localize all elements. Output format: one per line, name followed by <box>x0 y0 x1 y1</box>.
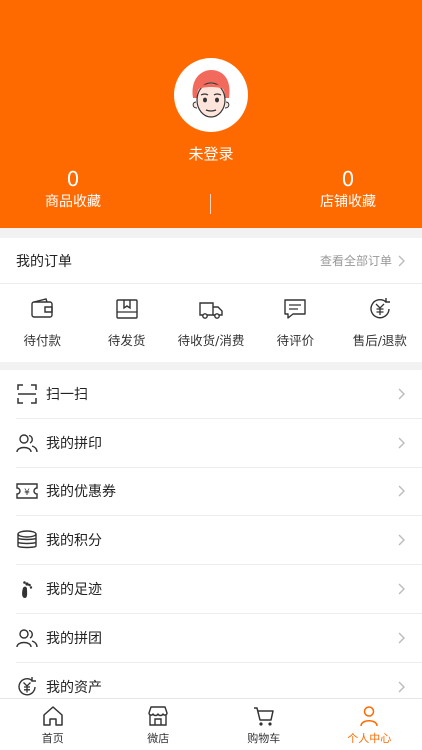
coins-icon <box>16 529 38 551</box>
goods-favorites[interactable]: 0 商品收藏 <box>3 166 143 212</box>
menu-item-points[interactable]: 我的积分 <box>16 516 422 566</box>
avatar-face-icon <box>181 65 241 125</box>
menu-item-label: 扫一扫 <box>46 386 88 403</box>
chevron-right-icon <box>398 255 405 266</box>
tab-label: 购物车 <box>247 732 281 745</box>
shop-favorites-label: 店铺收藏 <box>320 194 376 210</box>
menu-item-label: 我的拼印 <box>46 435 102 452</box>
order-item-label: 售后/退款 <box>352 333 407 348</box>
orders-section: 我的订单 查看全部订单 待付款 待发货 待收货/消费 待评价 售后/退款 <box>0 238 422 362</box>
order-status-row: 待付款 待发货 待收货/消费 待评价 售后/退款 <box>0 284 422 362</box>
coupon-icon: ¥ <box>16 480 38 502</box>
view-all-orders-link[interactable]: 查看全部订单 <box>320 252 406 269</box>
orders-header: 我的订单 查看全部订单 <box>0 238 422 284</box>
profile-header: 未登录 0 商品收藏 0 店铺收藏 <box>0 0 422 228</box>
menu-item-label: 我的足迹 <box>46 582 102 599</box>
order-pending-receipt[interactable]: 待收货/消费 <box>169 284 253 362</box>
tab-label: 微店 <box>147 732 170 745</box>
menu-item-my-print[interactable]: 我的拼印 <box>16 419 422 468</box>
goods-favorites-count: 0 <box>66 167 80 191</box>
avatar[interactable] <box>174 58 248 132</box>
order-item-label: 待付款 <box>23 333 61 348</box>
order-after-sales[interactable]: 售后/退款 <box>338 284 422 362</box>
menu-item-coupons[interactable]: ¥ 我的优惠券 <box>16 468 422 517</box>
cart-icon <box>253 707 274 726</box>
chevron-right-icon <box>398 485 405 497</box>
tab-profile[interactable]: 个人中心 <box>317 699 422 750</box>
comment-icon <box>284 299 307 319</box>
order-item-label: 待收货/消费 <box>177 333 245 348</box>
menu-list: 扫一扫 我的拼印 ¥ 我的优惠券 我的积分 我的足迹 我的拼团 我的资产 <box>0 370 422 698</box>
shop-favorites[interactable]: 0 店铺收藏 <box>278 166 418 212</box>
chevron-right-icon <box>398 583 405 595</box>
menu-item-assets[interactable]: 我的资产 <box>16 663 422 698</box>
menu-item-label: 我的拼团 <box>46 630 102 647</box>
chevron-right-icon <box>398 632 405 644</box>
tab-home[interactable]: 首页 <box>0 699 106 750</box>
svg-text:¥: ¥ <box>24 488 30 498</box>
menu-item-label: 我的积分 <box>46 533 102 550</box>
chevron-right-icon <box>398 534 405 546</box>
users-icon <box>16 432 38 454</box>
tab-store[interactable]: 微店 <box>106 699 212 750</box>
menu-item-label: 我的资产 <box>46 679 102 696</box>
order-pending-shipment[interactable]: 待发货 <box>84 284 168 362</box>
order-item-label: 待评价 <box>276 333 315 348</box>
box-icon <box>115 299 138 319</box>
chevron-right-icon <box>398 437 405 449</box>
order-item-label: 待发货 <box>107 333 146 348</box>
orders-title: 我的订单 <box>16 253 72 270</box>
menu-item-group-buy[interactable]: 我的拼团 <box>16 614 422 663</box>
chevron-right-icon <box>398 388 405 400</box>
person-icon <box>360 706 378 727</box>
view-all-orders-label: 查看全部订单 <box>319 254 392 268</box>
scan-icon <box>16 383 38 405</box>
order-pending-review[interactable]: 待评价 <box>253 284 337 362</box>
store-icon <box>148 706 168 726</box>
group-icon <box>16 627 38 649</box>
menu-item-footprints[interactable]: 我的足迹 <box>16 565 422 614</box>
login-status[interactable]: 未登录 <box>0 143 422 164</box>
bottom-tab-bar: 首页 微店 购物车 个人中心 <box>0 698 422 750</box>
goods-favorites-label: 商品收藏 <box>45 194 101 210</box>
footprint-icon <box>16 578 38 600</box>
chevron-right-icon <box>398 681 405 693</box>
menu-item-label: 我的优惠券 <box>46 484 116 501</box>
tab-label: 个人中心 <box>347 732 392 745</box>
tab-label: 首页 <box>41 732 64 745</box>
stat-divider <box>210 194 211 214</box>
asset-icon <box>16 676 38 698</box>
tab-cart[interactable]: 购物车 <box>211 699 317 750</box>
home-icon <box>43 706 63 726</box>
menu-item-scan[interactable]: 扫一扫 <box>16 370 422 419</box>
shop-favorites-count: 0 <box>341 167 355 191</box>
refund-icon <box>370 298 390 319</box>
wallet-icon <box>31 298 53 318</box>
truck-icon <box>199 302 223 319</box>
order-pending-payment[interactable]: 待付款 <box>0 284 84 362</box>
